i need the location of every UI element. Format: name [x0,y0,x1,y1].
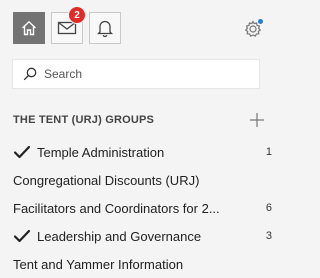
group-name: Tent and Yammer Information [13,256,184,272]
group-item[interactable]: Temple Administration 1 [0,138,272,166]
group-item[interactable]: Tent and Yammer Information [0,250,272,278]
unread-count-badge: 2 [68,6,86,24]
top-toolbar: 2 [0,0,294,50]
gear-icon [242,20,264,44]
section-title: THE TENT (URJ) GROUPS [13,114,155,126]
bell-icon [96,18,114,38]
search-input[interactable] [44,67,244,81]
group-item[interactable]: Congregational Discounts (URJ) [0,166,272,194]
group-name: Facilitators and Coordinators for 2... [13,200,220,216]
group-count: 1 [265,146,272,158]
settings-button[interactable] [242,18,264,40]
group-name: Leadership and Governance [37,228,202,244]
inbox-button[interactable]: 2 [51,6,86,44]
checkmark-icon [13,229,31,243]
search-box[interactable] [12,59,260,89]
groups-section-header: THE TENT (URJ) GROUPS [13,110,265,130]
notifications-button[interactable] [89,12,121,44]
home-icon [20,19,38,37]
settings-notification-dot [258,19,263,24]
group-name: Congregational Discounts (URJ) [13,172,200,188]
add-group-button[interactable] [249,112,265,128]
group-count: 3 [265,230,272,242]
group-item[interactable]: Facilitators and Coordinators for 2... 6 [0,194,272,222]
home-button[interactable] [13,12,45,44]
search-icon [22,66,38,82]
group-name: Temple Administration [37,144,165,160]
checkmark-icon [13,145,31,159]
group-count: 6 [265,202,272,214]
group-item[interactable]: Leadership and Governance 3 [0,222,272,250]
plus-icon [249,113,265,132]
groups-list: Temple Administration 1 Congregational D… [0,138,294,278]
